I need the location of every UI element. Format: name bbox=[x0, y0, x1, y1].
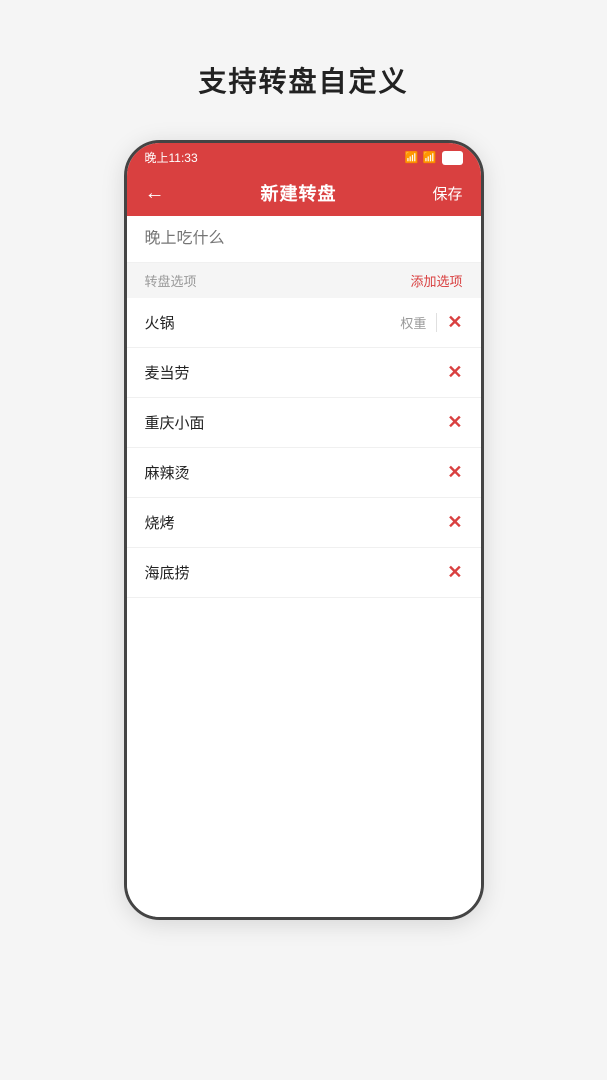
delete-item-button[interactable]: ✕ bbox=[447, 462, 462, 483]
item-name: 火锅 bbox=[145, 312, 401, 333]
list-item: 重庆小面✕ bbox=[127, 398, 481, 448]
status-time: 晚上11:33 bbox=[145, 149, 198, 166]
item-name: 重庆小面 bbox=[145, 412, 448, 433]
top-bar-title: 新建转盘 bbox=[260, 180, 336, 206]
items-list: 火锅权重✕麦当劳✕重庆小面✕麻辣烫✕烧烤✕海底捞✕ bbox=[127, 298, 481, 598]
item-name: 烧烤 bbox=[145, 512, 448, 533]
list-item: 麻辣烫✕ bbox=[127, 448, 481, 498]
list-item: 火锅权重 ✕ bbox=[127, 298, 481, 348]
content-area: 转盘选项 添加选项 火锅权重✕麦当劳✕重庆小面✕麻辣烫✕烧烤✕海底捞✕ bbox=[127, 216, 481, 917]
battery-indicator: 89 bbox=[442, 151, 462, 165]
delete-item-button[interactable]: ✕ bbox=[447, 412, 462, 433]
add-option-button[interactable]: 添加选项 bbox=[410, 271, 462, 290]
item-name: 麦当劳 bbox=[145, 362, 448, 383]
item-name: 麻辣烫 bbox=[145, 462, 448, 483]
delete-item-button[interactable]: ✕ bbox=[447, 312, 462, 333]
save-button[interactable]: 保存 bbox=[432, 183, 462, 204]
list-item: 麦当劳✕ bbox=[127, 348, 481, 398]
signal-icon: 📶 bbox=[405, 151, 419, 164]
page-title: 支持转盘自定义 bbox=[198, 60, 408, 100]
list-item: 海底捞✕ bbox=[127, 548, 481, 598]
section-label: 转盘选项 bbox=[145, 271, 197, 290]
item-name: 海底捞 bbox=[145, 562, 448, 583]
wifi-icon: 📶 bbox=[423, 151, 437, 164]
delete-item-button[interactable]: ✕ bbox=[447, 562, 462, 583]
back-button[interactable]: ← bbox=[145, 182, 165, 205]
phone-frame: 晚上11:33 📶 📶 89 ← 新建转盘 保存 转盘选项 添加选项 火锅权重 ✕… bbox=[124, 140, 484, 920]
spinwheel-name-input[interactable] bbox=[145, 230, 463, 248]
list-item: 烧烤✕ bbox=[127, 498, 481, 548]
status-icons: 📶 📶 89 bbox=[405, 151, 463, 165]
delete-item-button[interactable]: ✕ bbox=[447, 512, 462, 533]
status-bar: 晚上11:33 📶 📶 89 bbox=[127, 143, 481, 170]
weight-label: 权重 bbox=[400, 313, 437, 332]
delete-item-button[interactable]: ✕ bbox=[447, 362, 462, 383]
section-header: 转盘选项 添加选项 bbox=[127, 263, 481, 298]
name-input-row bbox=[127, 216, 481, 263]
top-bar: ← 新建转盘 保存 bbox=[127, 170, 481, 216]
